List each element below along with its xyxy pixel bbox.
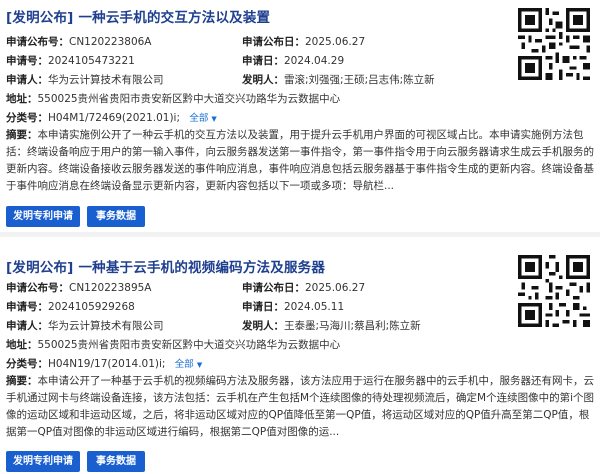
inventor-field: 发明人：王泰墨;马海川;蔡昌利;陈立新 xyxy=(242,320,421,332)
address-field: 地址：550025贵州省贵阳市贵安新区黔中大道交兴功路华为云数据中心 xyxy=(6,339,341,351)
patent-title-link[interactable]: [发明公布] 一种基于云手机的视频编码方法及服务器 xyxy=(6,256,325,276)
applicant-field: 申请人：华为云计算技术有限公司 xyxy=(6,74,164,86)
apply-button[interactable]: 发明专利申请 xyxy=(6,206,80,227)
class-field: 分类号：H04N19/17(2014.01)i; 全部 ▼ xyxy=(6,358,203,370)
show-all-link[interactable]: 全部 ▼ xyxy=(175,359,202,370)
pub-no-field: 申请公布号：CN120223806A xyxy=(6,36,152,48)
qr-code-icon xyxy=(518,255,590,327)
apply-button[interactable]: 发明专利申请 xyxy=(6,451,80,472)
inventor-field: 发明人：雷滚;刘强强;王硕;吕志伟;陈立新 xyxy=(242,74,435,86)
pub-date-field: 申请公布日：2025.06.27 xyxy=(242,36,366,48)
status-button[interactable]: 事务数据 xyxy=(87,206,145,227)
app-date-field: 申请日：2024.05.11 xyxy=(242,301,345,313)
pub-date-field: 申请公布日：2025.06.27 xyxy=(242,282,366,294)
app-no-field: 申请号：2024105929268 xyxy=(6,301,135,313)
chevron-down-icon: ▼ xyxy=(196,361,203,369)
app-no-field: 申请号：2024105473221 xyxy=(6,55,135,67)
qr-code-icon xyxy=(518,8,590,80)
class-field: 分类号：H04M1/72469(2021.01)i; 全部 ▼ xyxy=(6,112,217,124)
patent-title-link[interactable]: [发明公布] 一种云手机的交互方法以及装置 xyxy=(6,6,270,26)
abstract: 摘要：本申请公开了一种基于云手机的视频编码方法及服务器，该方法应用于运行在服务器… xyxy=(6,375,595,438)
chevron-down-icon: ▼ xyxy=(211,115,217,123)
address-field: 地址：550025贵州省贵阳市贵安新区黔中大道交兴功路华为云数据中心 xyxy=(6,93,341,105)
applicant-field: 申请人：华为云计算技术有限公司 xyxy=(6,320,164,332)
app-date-field: 申请日：2024.04.29 xyxy=(242,55,345,67)
show-all-link[interactable]: 全部 ▼ xyxy=(189,113,216,124)
result-card: [发明公布] 一种基于云手机的视频编码方法及服务器 申请公布号：CN120223… xyxy=(0,237,600,474)
status-button[interactable]: 事务数据 xyxy=(87,451,145,472)
result-card: [发明公布] 一种云手机的交互方法以及装置 申请公布号：CN120223806A… xyxy=(0,0,600,232)
pub-no-field: 申请公布号：CN120223895A xyxy=(6,282,152,294)
abstract: 摘要：本申请实施例公开了一种云手机的交互方法以及装置，用于提升云手机用户界面的可… xyxy=(6,129,594,192)
